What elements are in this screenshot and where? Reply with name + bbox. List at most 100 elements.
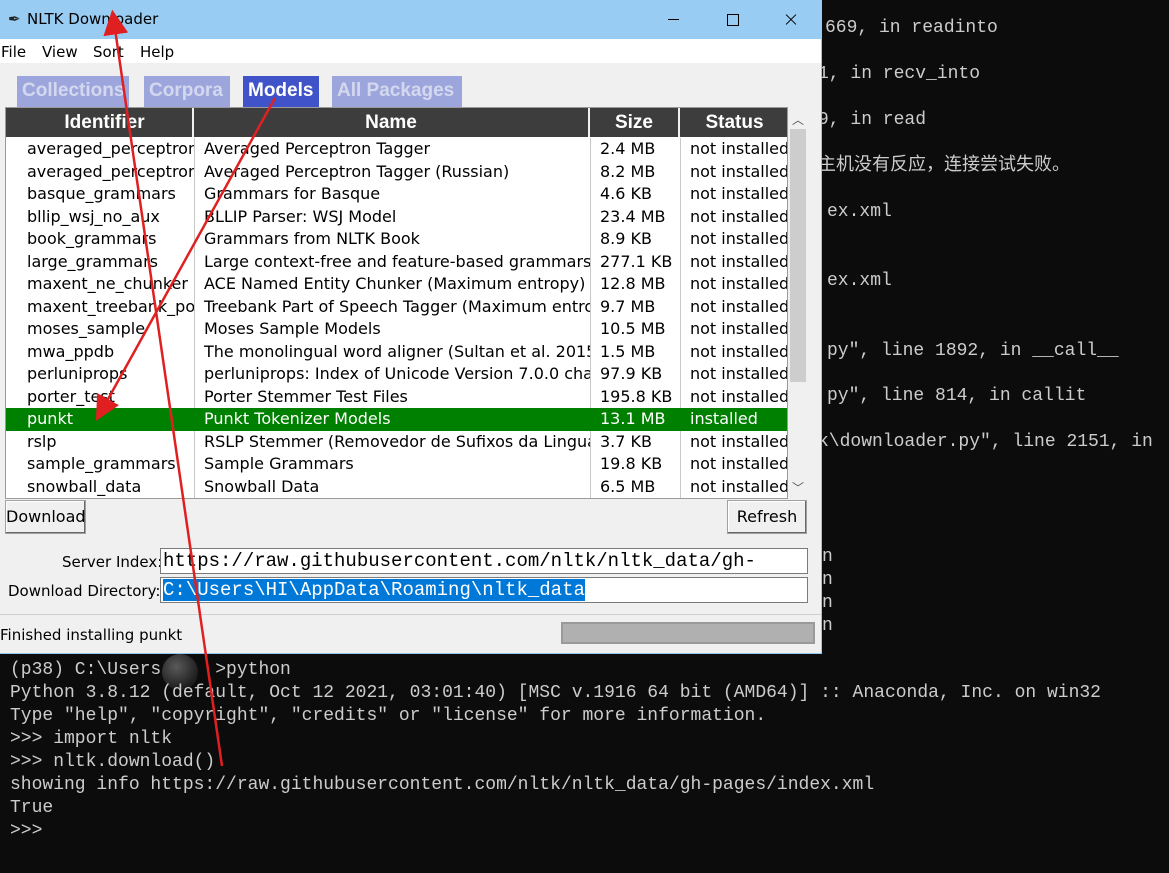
packages-table: Identifier Name Size Status averaged_per… xyxy=(5,107,788,499)
tab-all-packages[interactable]: All Packages xyxy=(332,76,462,107)
progress-fill xyxy=(563,624,813,642)
cell-name: Treebank Part of Speech Tagger (Maximum … xyxy=(204,296,590,316)
terminal-background-line: ex.xml xyxy=(827,202,892,222)
table-scrollbar[interactable]: ︿ ﹀ xyxy=(788,107,808,499)
cell-name: Averaged Perceptron Tagger (Russian) xyxy=(204,161,510,181)
table-row[interactable]: moses_sample Moses Sample Models 10.5 MB no… xyxy=(6,318,787,341)
header-size[interactable]: Size xyxy=(590,108,680,137)
cell-status: not installed xyxy=(690,296,788,316)
feather-icon: ✒ xyxy=(8,11,21,28)
menu-file[interactable]: File xyxy=(1,43,26,61)
table-row[interactable]: large_grammars Large context-free and fea… xyxy=(6,251,787,274)
status-divider xyxy=(0,614,821,615)
cell-size: 1.5 MB xyxy=(600,341,656,361)
terminal-background-line: 9, in read xyxy=(818,110,927,130)
tab-corpora[interactable]: Corpora xyxy=(144,76,230,107)
cell-size: 3.7 KB xyxy=(600,431,652,451)
terminal-line: >>> nltk.download() xyxy=(10,752,216,772)
cell-identifier: averaged_perceptron_t xyxy=(27,139,194,158)
header-identifier[interactable]: Identifier xyxy=(17,108,194,137)
cell-name: The monolingual word aligner (Sultan et … xyxy=(204,341,590,361)
terminal-background-line: n xyxy=(822,547,833,567)
terminal-background-line: 669, in readinto xyxy=(825,18,998,38)
table-row[interactable]: snowball_data Snowball Data 6.5 MB not inst… xyxy=(6,476,787,499)
table-row[interactable]: basque_grammars Grammars for Basque 4.6 KB… xyxy=(6,183,787,206)
close-button[interactable] xyxy=(762,0,820,39)
maximize-button[interactable] xyxy=(704,0,762,39)
download-directory-field[interactable]: C:\Users\HI\AppData\Roaming\nltk_data xyxy=(160,577,808,603)
terminal-background-line: py", line 814, in callit xyxy=(827,386,1087,406)
cell-status: not installed xyxy=(690,319,788,338)
table-row[interactable]: mwa_ppdb The monolingual word aligner (Su… xyxy=(6,341,787,364)
cell-name: Grammars from NLTK Book xyxy=(204,229,420,248)
table-row[interactable]: maxent_treebank_pos_t Treebank Part of Sp… xyxy=(6,296,787,319)
cell-name: BLLIP Parser: WSJ Model xyxy=(204,206,397,226)
cell-name: perluniprops: Index of Unicode Version 7… xyxy=(204,364,590,383)
download-directory-value: C:\Users\HI\AppData\Roaming\nltk_data xyxy=(163,579,585,601)
table-row[interactable]: perluniprops perluniprops: Index of Unico… xyxy=(6,363,787,386)
cell-name: Large context-free and feature-based gra… xyxy=(204,251,590,271)
scroll-down-icon[interactable]: ﹀ xyxy=(791,479,805,495)
cell-status: not installed xyxy=(690,274,788,293)
cell-name: Snowball Data xyxy=(204,476,320,496)
table-row[interactable]: bllip_wsj_no_aux BLLIP Parser: WSJ Model 2… xyxy=(6,206,787,229)
cell-identifier: book_grammars xyxy=(27,229,157,248)
cell-name: Moses Sample Models xyxy=(204,319,381,338)
cell-identifier: large_grammars xyxy=(27,251,158,271)
cell-size: 2.4 MB xyxy=(600,139,656,158)
table-row[interactable]: punkt Punkt Tokenizer Models 13.1 MB instal… xyxy=(6,408,787,431)
table-row[interactable]: maxent_ne_chunker ACE Named Entity Chunke… xyxy=(6,273,787,296)
cell-identifier: averaged_perceptron_t xyxy=(27,161,194,181)
terminal-output: (p38) C:\Users >python Python 3.8.12 (de… xyxy=(10,659,1101,843)
server-index-value: https://raw.githubusercontent.com/nltk/n… xyxy=(163,550,756,572)
terminal-background-line: py", line 1892, in __call__ xyxy=(827,341,1119,361)
download-directory-label: Download Directory: xyxy=(8,582,161,600)
table-row[interactable]: book_grammars Grammars from NLTK Book 8.9 … xyxy=(6,228,787,251)
cell-status: not installed xyxy=(690,431,788,451)
progress-bar xyxy=(561,622,815,644)
menu-bar: File View Sort Help xyxy=(0,39,821,63)
minimize-button[interactable] xyxy=(646,0,704,39)
cell-identifier: punkt xyxy=(27,409,73,428)
title-bar[interactable]: ✒ NLTK Downloader xyxy=(0,0,822,39)
cell-size: 277.1 KB xyxy=(600,251,673,271)
table-row[interactable]: averaged_perceptron_t Averaged Perceptron… xyxy=(6,161,787,184)
cell-status: not installed xyxy=(690,341,788,361)
table-row[interactable]: averaged_perceptron_t Averaged Perceptron… xyxy=(6,138,787,161)
cell-size: 9.7 MB xyxy=(600,296,656,316)
header-name[interactable]: Name xyxy=(194,108,590,137)
table-row[interactable]: rslp RSLP Stemmer (Removedor de Sufixos d… xyxy=(6,431,787,454)
cell-identifier: snowball_data xyxy=(27,476,142,496)
cell-name: ACE Named Entity Chunker (Maximum entrop… xyxy=(204,274,586,293)
menu-sort[interactable]: Sort xyxy=(93,43,124,61)
cell-status: not installed xyxy=(690,206,788,226)
tab-collections[interactable]: Collections xyxy=(17,76,129,107)
table-row[interactable]: sample_grammars Sample Grammars 19.8 KB not… xyxy=(6,453,787,476)
cell-identifier: rslp xyxy=(27,431,57,451)
cell-size: 23.4 MB xyxy=(600,206,666,226)
menu-help[interactable]: Help xyxy=(140,43,174,61)
cell-size: 19.8 KB xyxy=(600,454,663,473)
header-status[interactable]: Status xyxy=(680,108,787,137)
terminal-line: True xyxy=(10,798,54,818)
cell-size: 97.9 KB xyxy=(600,364,663,383)
terminal-background-line: 1, in recv_into xyxy=(818,64,981,84)
cell-name: Punkt Tokenizer Models xyxy=(204,409,391,428)
cell-name: RSLP Stemmer (Removedor de Sufixos da Li… xyxy=(204,431,590,451)
cell-name: Porter Stemmer Test Files xyxy=(204,386,408,406)
menu-view[interactable]: View xyxy=(42,43,78,61)
scroll-up-icon[interactable]: ︿ xyxy=(791,111,805,127)
cell-size: 4.6 KB xyxy=(600,184,652,203)
cell-status: not installed xyxy=(690,386,788,406)
scrollbar-thumb[interactable] xyxy=(790,129,806,382)
cell-status: not installed xyxy=(690,251,788,271)
terminal-background-line: k\downloader.py", line 2151, in xyxy=(818,432,1153,452)
server-index-label: Server Index: xyxy=(62,553,163,571)
refresh-button[interactable]: Refresh xyxy=(727,500,807,534)
table-row[interactable]: porter_test Porter Stemmer Test Files 195.… xyxy=(6,386,787,409)
cell-identifier: maxent_treebank_pos_t xyxy=(27,296,194,316)
terminal-background-line: 主机没有反应，连接尝试失败。 xyxy=(818,156,1070,176)
server-index-field[interactable]: https://raw.githubusercontent.com/nltk/n… xyxy=(160,548,808,574)
download-button[interactable]: Download xyxy=(5,500,86,534)
tab-models[interactable]: Models xyxy=(243,76,319,107)
